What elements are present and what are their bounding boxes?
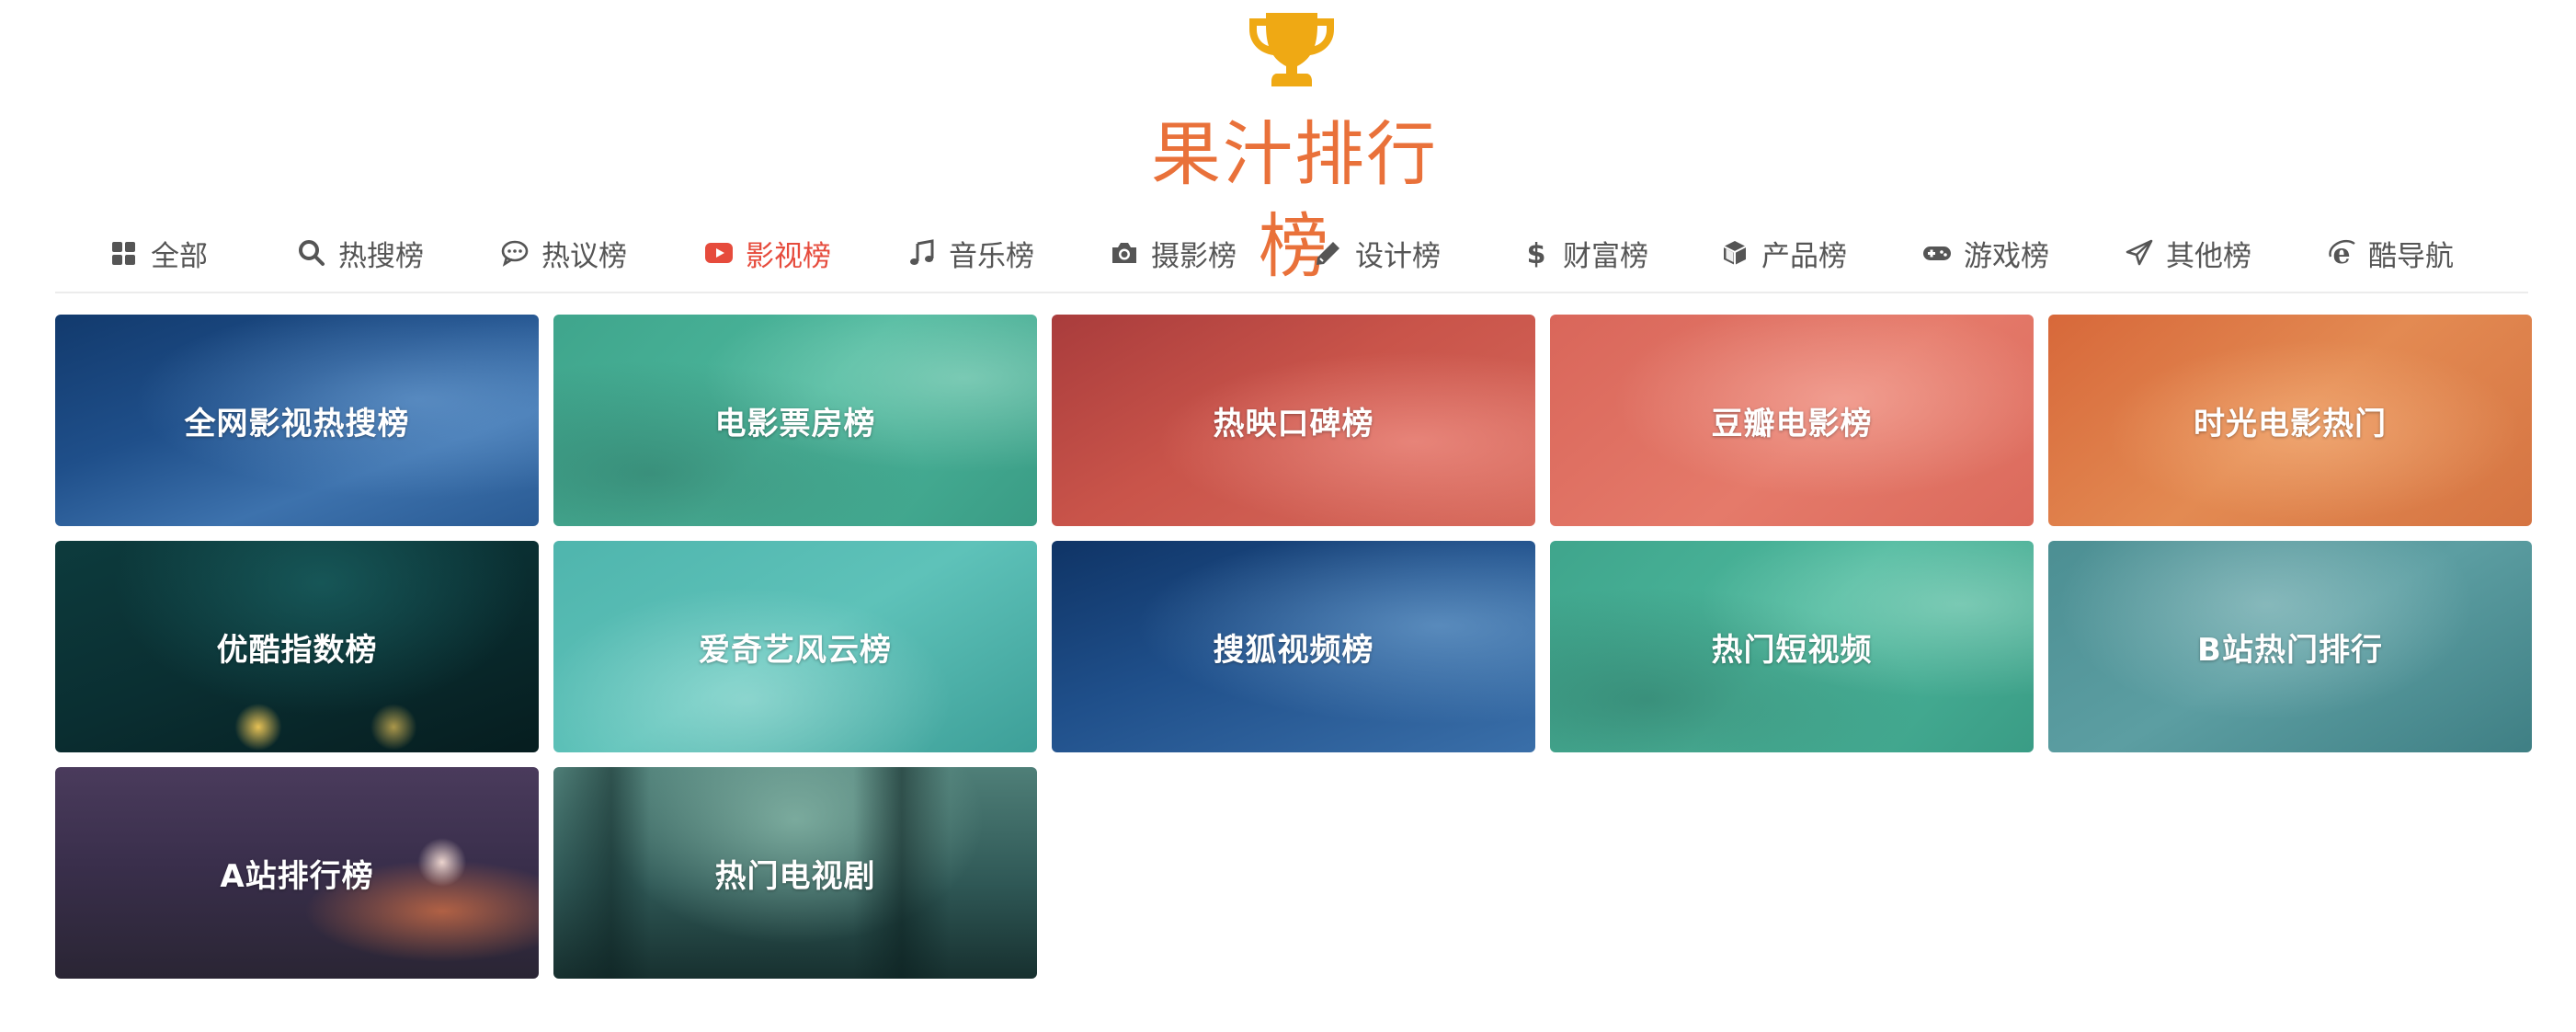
card-电影票房榜[interactable]: 电影票房榜 xyxy=(553,315,1037,526)
card-title: 热映口碑榜 xyxy=(1213,405,1374,442)
gamepad-icon xyxy=(1921,237,1953,269)
nav-item-all[interactable]: 全部 xyxy=(108,216,208,290)
nav-item-label: 酷导航 xyxy=(2368,239,2454,273)
nav-item-label: 游戏榜 xyxy=(1964,239,2049,273)
nav-item-others[interactable]: 其他榜 xyxy=(2124,216,2251,290)
nav-item-games[interactable]: 游戏榜 xyxy=(1921,216,2049,290)
trophy-icon xyxy=(1246,9,1338,94)
paper-plane-icon xyxy=(2124,237,2155,269)
nav-item-label: 全部 xyxy=(151,239,208,273)
card-搜狐视频榜[interactable]: 搜狐视频榜 xyxy=(1052,541,1535,752)
card-title: 爱奇艺风云榜 xyxy=(699,631,892,669)
site-title[interactable]: 果汁排行榜 xyxy=(1124,109,1465,287)
card-title: 搜狐视频榜 xyxy=(1213,631,1374,669)
dollar-icon: $ xyxy=(1521,237,1552,269)
card-爱奇艺风云榜[interactable]: 爱奇艺风云榜 xyxy=(553,541,1037,752)
page: 果汁排行榜 全部 热搜榜 热议榜 影视榜 音乐榜 摄影榜 设计榜 $ 财富榜 产… xyxy=(0,0,2576,1032)
pencil-icon xyxy=(1313,237,1344,269)
card-title: 优酷指数榜 xyxy=(216,631,378,669)
svg-text:$: $ xyxy=(1527,238,1546,268)
browser-e-icon: e xyxy=(2326,237,2357,269)
nav-item-film-tv[interactable]: 影视榜 xyxy=(703,216,831,290)
nav-item-label: 产品榜 xyxy=(1761,239,1847,273)
card-热映口碑榜[interactable]: 热映口碑榜 xyxy=(1052,315,1535,526)
card-豆瓣电影榜[interactable]: 豆瓣电影榜 xyxy=(1550,315,2034,526)
nav-item-design[interactable]: 设计榜 xyxy=(1313,216,1441,290)
card-title: A站排行榜 xyxy=(220,857,374,895)
card-a站排行榜[interactable]: A站排行榜 xyxy=(55,767,539,979)
nav-item-hot-search[interactable]: 热搜榜 xyxy=(296,216,424,290)
category-nav: 全部 热搜榜 热议榜 影视榜 音乐榜 摄影榜 设计榜 $ 财富榜 产品榜 游戏榜… xyxy=(55,216,2528,293)
nav-item-label: 热议榜 xyxy=(541,239,627,273)
nav-item-label: 音乐榜 xyxy=(949,239,1034,273)
card-title: B站热门排行 xyxy=(2197,631,2383,669)
camera-icon xyxy=(1109,237,1140,269)
nav-item-label: 影视榜 xyxy=(746,239,831,273)
card-title: 时光电影热门 xyxy=(2194,405,2387,442)
site-header: 果汁排行榜 xyxy=(0,0,2576,287)
card-时光电影热门[interactable]: 时光电影热门 xyxy=(2048,315,2532,526)
nav-item-label: 其他榜 xyxy=(2166,239,2251,273)
nav-item-label: 摄影榜 xyxy=(1151,239,1237,273)
grid-icon xyxy=(108,237,140,269)
nav-item-label: 财富榜 xyxy=(1563,239,1648,273)
nav-item-label: 热搜榜 xyxy=(338,239,424,273)
comment-icon xyxy=(499,237,530,269)
nav-item-label: 设计榜 xyxy=(1355,239,1441,273)
nav-item-music[interactable]: 音乐榜 xyxy=(906,216,1034,290)
search-icon xyxy=(296,237,327,269)
nav-item-products[interactable]: 产品榜 xyxy=(1719,216,1847,290)
video-play-icon xyxy=(703,237,735,269)
card-热门电视剧[interactable]: 热门电视剧 xyxy=(553,767,1037,979)
nav-item-cool-nav[interactable]: e 酷导航 xyxy=(2326,216,2454,290)
card-title: 电影票房榜 xyxy=(714,405,876,442)
card-title: 热门电视剧 xyxy=(714,857,876,895)
nav-item-wealth[interactable]: $ 财富榜 xyxy=(1521,216,1648,290)
nav-item-hot-discussion[interactable]: 热议榜 xyxy=(499,216,627,290)
card-全网影视热搜榜[interactable]: 全网影视热搜榜 xyxy=(55,315,539,526)
card-优酷指数榜[interactable]: 优酷指数榜 xyxy=(55,541,539,752)
nav-item-photography[interactable]: 摄影榜 xyxy=(1109,216,1237,290)
card-b站热门排行[interactable]: B站热门排行 xyxy=(2048,541,2532,752)
cube-icon xyxy=(1719,237,1750,269)
card-title: 全网影视热搜榜 xyxy=(184,405,410,442)
card-title: 热门短视频 xyxy=(1711,631,1873,669)
card-title: 豆瓣电影榜 xyxy=(1711,405,1873,442)
music-note-icon xyxy=(906,237,938,269)
card-热门短视频[interactable]: 热门短视频 xyxy=(1550,541,2034,752)
